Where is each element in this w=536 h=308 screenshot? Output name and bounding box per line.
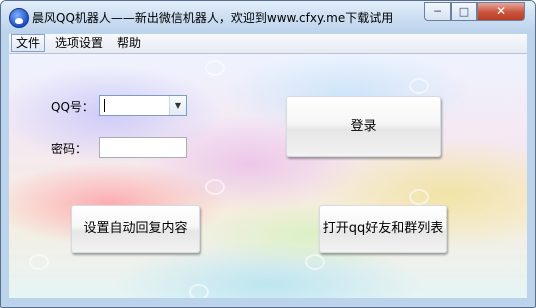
title-bar[interactable]: 晨风QQ机器人——新出微信机器人，欢迎到www.cfxy.me下载试用 ─ □ …	[1, 1, 535, 33]
menu-file[interactable]: 文件	[11, 34, 46, 52]
menu-options[interactable]: 选项设置	[51, 34, 107, 52]
swirl-decoration-icon	[305, 254, 325, 270]
menu-bar: 文件 选项设置 帮助	[9, 34, 527, 54]
menu-help[interactable]: 帮助	[113, 34, 145, 52]
maximize-button[interactable]: □	[451, 2, 477, 21]
qq-number-input[interactable]	[100, 96, 173, 115]
swirl-decoration-icon	[205, 179, 225, 195]
login-button[interactable]: 登录	[286, 96, 441, 157]
auto-reply-settings-button[interactable]: 设置自动回复内容	[71, 205, 200, 253]
qq-number-label: QQ号：	[51, 100, 94, 114]
app-window: 晨风QQ机器人——新出微信机器人，欢迎到www.cfxy.me下载试用 ─ □ …	[0, 0, 536, 308]
window-title: 晨风QQ机器人——新出微信机器人，欢迎到www.cfxy.me下载试用	[32, 11, 394, 25]
main-panel: QQ号： ▼ 密码： 登录 设置自动回复内容 打开qq好友和群列表	[9, 54, 527, 298]
password-label: 密码：	[51, 142, 88, 156]
minimize-button[interactable]: ─	[424, 2, 451, 21]
open-friends-groups-button[interactable]: 打开qq好友和群列表	[319, 205, 447, 253]
swirl-decoration-icon	[29, 254, 49, 270]
swirl-decoration-icon	[189, 284, 209, 298]
qq-number-combobox[interactable]: ▼	[99, 95, 187, 116]
swirl-decoration-icon	[409, 78, 429, 94]
swirl-decoration-icon	[409, 189, 429, 205]
qq-penguin-icon	[9, 8, 29, 28]
close-button[interactable]: ✕	[477, 2, 525, 21]
password-input[interactable]	[99, 137, 187, 158]
swirl-decoration-icon	[205, 60, 225, 76]
dropdown-arrow-icon[interactable]: ▼	[169, 96, 186, 115]
text-caret	[104, 99, 105, 112]
